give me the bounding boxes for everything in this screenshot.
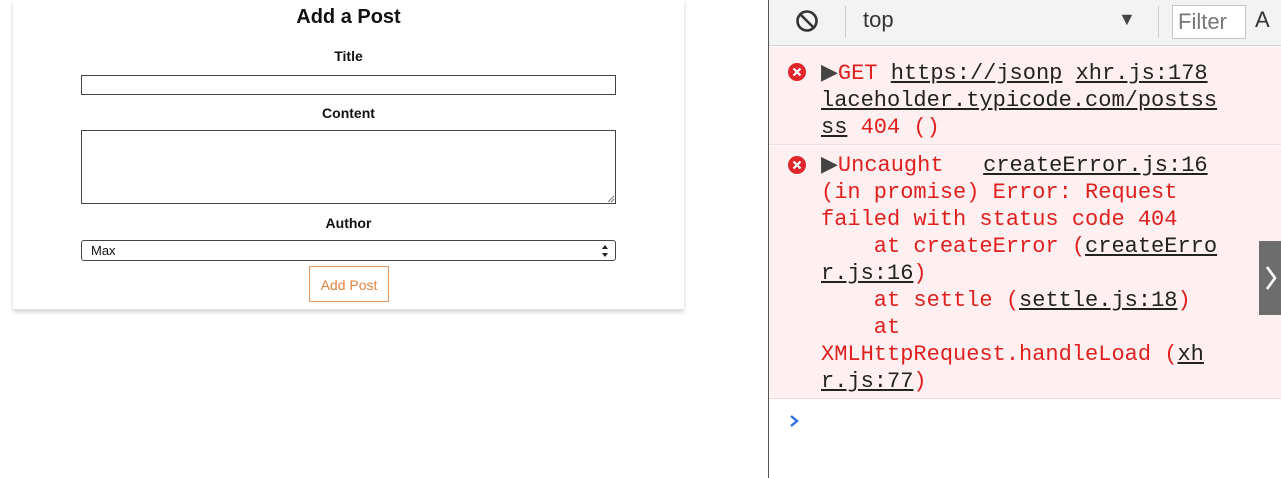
stack-text: ) [913,261,927,286]
request-method: GET [837,61,891,86]
select-updown-icon [602,245,608,257]
stack-frame-line: at createError (createErro [821,233,1217,260]
content-textarea[interactable] [81,130,616,204]
stack-source-link[interactable]: createErro [1085,234,1217,259]
request-url-link[interactable]: https://jsonp [891,61,1063,86]
toolbar-divider [1158,6,1159,38]
stack-frame-line: at [821,315,901,340]
context-selector[interactable]: top [863,7,894,33]
status-text: 404 () [847,115,940,140]
expand-triangle-icon[interactable]: ▶ [821,61,838,86]
stack-text: at settle ( [821,288,1020,313]
stack-frame-line: at settle (settle.js:18) [821,287,1191,314]
toolbar-overflow-text[interactable]: A [1255,7,1270,33]
request-url-link[interactable]: ss [821,115,847,140]
stack-frame-line: XMLHttpRequest.handleLoad (xh [821,341,1204,368]
author-selected-value: Max [91,243,116,258]
stack-text: ) [913,369,927,394]
add-post-button[interactable]: Add Post [309,266,389,302]
clear-console-icon[interactable] [794,8,820,34]
stack-source-link[interactable]: r.js:77 [821,369,913,394]
console-prompt-icon[interactable] [787,412,803,430]
console-error-message: ▶Uncaught createError.js:16 (in promise)… [769,146,1281,399]
filter-input[interactable]: Filter [1172,5,1246,39]
context-dropdown-icon[interactable]: ▼ [1118,9,1136,30]
next-panel-tab[interactable] [1259,241,1281,315]
stack-text: XMLHttpRequest.handleLoad ( [821,342,1178,367]
message-line: ▶GET https://jsonp xhr.js:178 [821,60,1208,87]
toolbar-divider [845,6,846,38]
console-error-message: ▶GET https://jsonp xhr.js:178 laceholder… [769,47,1281,145]
chevron-right-icon [1265,266,1277,290]
expand-triangle-icon[interactable]: ▶ [821,153,838,178]
message-line: (in promise) Error: Request [821,180,1178,205]
error-icon [788,156,806,174]
message-line: laceholder.typicode.com/postss [821,87,1217,114]
stack-text: at createError ( [821,234,1086,259]
message-line: ss 404 () [821,114,940,141]
add-post-card: Add a Post Title Content Author Max Add … [13,0,684,310]
source-link[interactable]: createError.js:16 [983,153,1207,178]
stack-frame-line: r.js:77) [821,368,927,395]
console-toolbar: top ▼ Filter A [769,0,1281,46]
content-label: Content [322,105,375,121]
source-link[interactable]: xhr.js:178 [1076,61,1208,86]
app-page: Add a Post Title Content Author Max Add … [0,0,768,478]
author-select[interactable]: Max [81,240,616,261]
stack-source-link[interactable]: settle.js:18 [1019,288,1177,313]
title-label: Title [334,48,363,64]
author-label: Author [325,215,372,231]
resize-grip-icon[interactable] [607,195,615,203]
message-line: ▶Uncaught createError.js:16 [821,152,1208,179]
error-text: Uncaught [837,153,944,178]
devtools-console-panel: top ▼ Filter A ▶GET https://jsonp xhr.js… [768,0,1281,478]
page-title: Add a Post [296,6,401,28]
title-input[interactable] [81,75,616,95]
message-line: failed with status code 404 [821,207,1178,232]
stack-text: ) [1177,288,1191,313]
error-icon [788,63,806,81]
request-url-link[interactable]: laceholder.typicode.com/postss [821,88,1217,113]
stack-source-link[interactable]: r.js:16 [821,261,913,286]
stack-source-link[interactable]: xh [1177,342,1203,367]
stack-frame-line: r.js:16) [821,260,927,287]
